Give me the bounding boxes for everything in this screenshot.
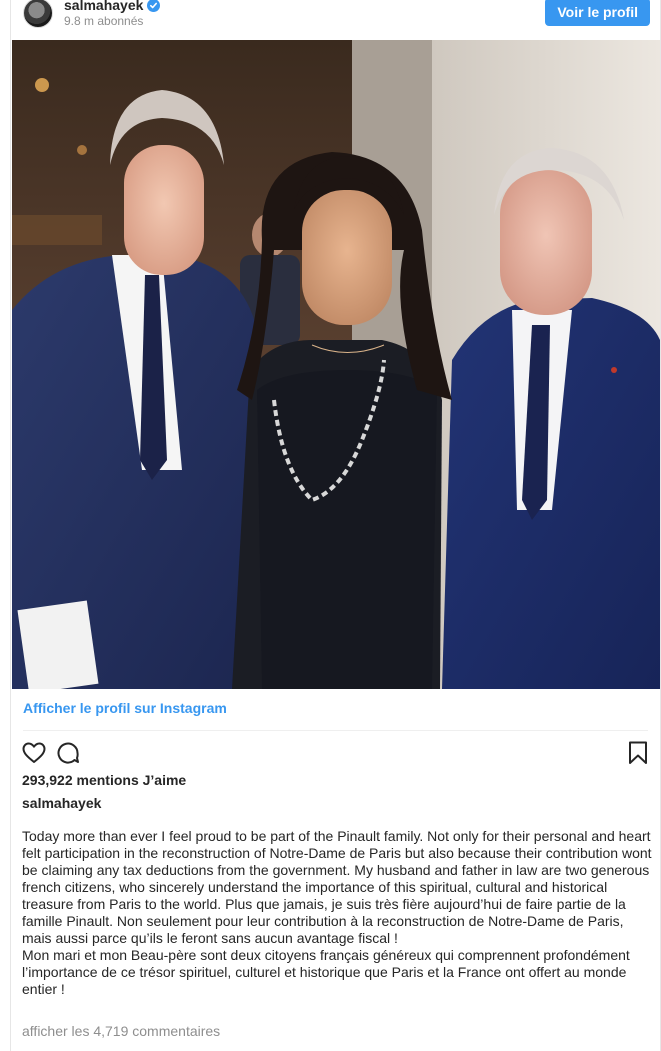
divider	[23, 730, 648, 731]
instagram-embed-card: salmahayek 9.8 m abonnés Voir le profil	[10, 0, 661, 1051]
caption-author[interactable]: salmahayek	[22, 795, 101, 811]
avatar[interactable]	[23, 0, 53, 28]
follower-count: 9.8 m abonnés	[64, 14, 144, 28]
username[interactable]: salmahayek	[64, 0, 143, 13]
post-photo[interactable]	[12, 40, 660, 689]
username-row: salmahayek	[64, 0, 161, 13]
bookmark-icon[interactable]	[625, 740, 651, 766]
comment-bubble-icon[interactable]	[55, 740, 81, 766]
post-caption: Today more than ever I feel proud to be …	[22, 828, 652, 997]
view-comments-link[interactable]: afficher les 4,719 commentaires	[22, 1023, 220, 1039]
post-header: salmahayek 9.8 m abonnés Voir le profil	[11, 0, 660, 40]
verified-badge-icon	[147, 0, 161, 12]
heart-icon[interactable]	[21, 740, 47, 766]
view-profile-button[interactable]: Voir le profil	[545, 0, 650, 26]
post-actions	[21, 740, 651, 766]
view-profile-on-instagram-link[interactable]: Afficher le profil sur Instagram	[23, 700, 227, 716]
likes-count[interactable]: 293,922 mentions J’aime	[22, 772, 186, 788]
post-photo-illustration	[12, 40, 660, 689]
